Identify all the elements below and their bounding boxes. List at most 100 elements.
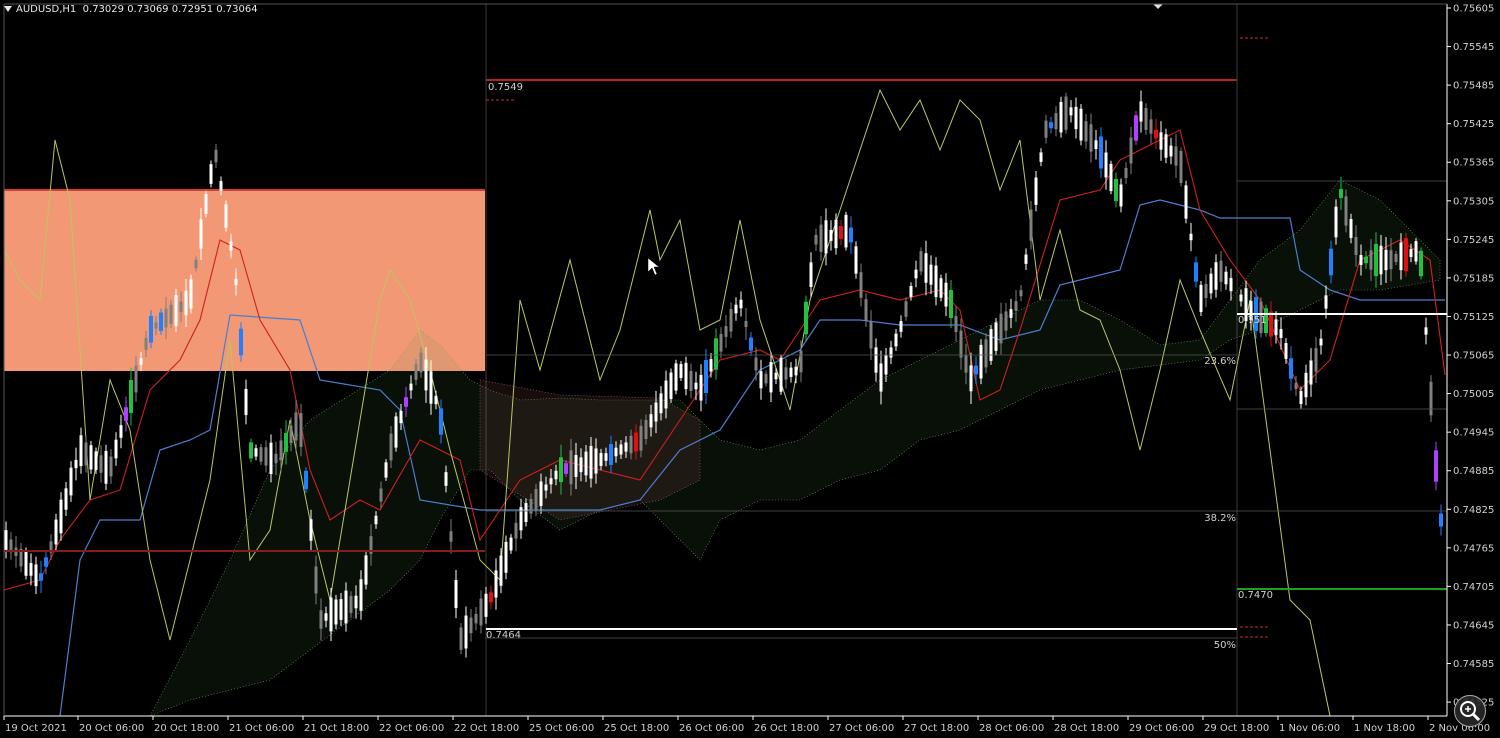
candle-body xyxy=(974,365,978,375)
price-tick-label: 0.74585 xyxy=(1453,659,1494,670)
candle-body xyxy=(1274,319,1278,336)
candle-body xyxy=(344,590,348,624)
candle-body xyxy=(719,333,723,352)
candle-body xyxy=(179,301,183,312)
support-label: 0.7464 xyxy=(486,630,521,641)
price-tick-label: 0.75545 xyxy=(1453,42,1494,53)
candle-body xyxy=(1039,152,1043,162)
candle-body xyxy=(554,470,558,480)
candle-body xyxy=(1094,140,1098,150)
candle-body xyxy=(914,269,918,279)
candle-body xyxy=(1114,178,1118,202)
right-white-label: 0.751 xyxy=(1238,315,1267,326)
candle-body xyxy=(789,367,793,377)
price-tick-label: 0.75425 xyxy=(1453,119,1494,130)
time-tick-label: 25 Oct 06:00 xyxy=(529,723,594,734)
candle-body xyxy=(59,499,63,534)
candle-body xyxy=(134,365,138,393)
candle-body xyxy=(319,610,323,629)
candle-body xyxy=(1349,219,1353,238)
candle-body xyxy=(544,484,548,491)
chart-window[interactable]: 0.7549 0.7464 0.7470 0.751 23.6% 38.2% 50% 0.75… xyxy=(0,0,1500,738)
candle-body xyxy=(429,371,433,404)
candle-body xyxy=(99,455,103,473)
candle-body xyxy=(419,352,423,373)
zoom-icon[interactable] xyxy=(1454,695,1486,727)
candle-body xyxy=(894,333,898,347)
candle-body xyxy=(1159,132,1163,150)
candle-body xyxy=(1059,101,1063,133)
candle-body xyxy=(689,371,693,391)
candle-body xyxy=(149,315,153,343)
candle-body xyxy=(1154,129,1158,139)
candle-body xyxy=(409,383,413,391)
candle-body xyxy=(999,313,1003,344)
candle-body xyxy=(339,599,343,620)
candle-body xyxy=(169,304,173,324)
candle-body xyxy=(269,442,273,475)
candle-body xyxy=(1399,242,1403,271)
candle-body xyxy=(449,531,453,542)
candle-body xyxy=(749,337,753,351)
candle-body xyxy=(979,344,983,379)
candle-body xyxy=(1219,260,1223,282)
candle-body xyxy=(249,442,253,459)
dropdown-arrow-icon[interactable] xyxy=(4,6,12,12)
candle-body xyxy=(659,393,663,414)
candle-body xyxy=(129,379,133,414)
candle-body xyxy=(1189,233,1193,241)
candle-body xyxy=(704,359,708,394)
symbol-label: AUDUSD,H1 xyxy=(16,4,77,15)
candle-body xyxy=(144,337,148,351)
candle-body xyxy=(1404,238,1408,272)
candle-body xyxy=(1229,278,1233,292)
candle-body xyxy=(954,316,958,332)
candle-body xyxy=(1064,96,1068,130)
candle-body xyxy=(754,357,758,371)
candle-body xyxy=(1144,108,1148,130)
candle-body xyxy=(364,555,368,585)
candle-body xyxy=(639,425,643,451)
candle-body xyxy=(734,304,738,314)
time-tick-label: 22 Oct 18:00 xyxy=(454,723,519,734)
resistance-label: 0.7549 xyxy=(488,82,523,93)
candle-body xyxy=(714,338,718,370)
candle-body xyxy=(849,227,853,243)
candle-body xyxy=(509,537,513,551)
candle-body xyxy=(514,522,518,539)
candle-body xyxy=(174,294,178,327)
candle-body xyxy=(1409,249,1413,257)
candle-body xyxy=(1324,295,1328,309)
candle-body xyxy=(399,410,403,424)
candle-body xyxy=(1014,301,1018,311)
time-tick-label: 28 Oct 18:00 xyxy=(1054,723,1119,734)
candle-body xyxy=(1199,284,1203,313)
candle-body xyxy=(934,265,938,298)
candle-body xyxy=(1129,137,1133,164)
chart-shift-marker-icon[interactable] xyxy=(1153,4,1163,9)
candle-body xyxy=(1089,124,1093,152)
candle-body xyxy=(1109,163,1113,192)
price-tick-label: 0.74645 xyxy=(1453,620,1494,631)
candle-body xyxy=(919,251,923,272)
fib-label-38: 38.2% xyxy=(1204,513,1236,524)
candle-body xyxy=(569,450,573,485)
candle-body xyxy=(814,234,818,245)
candle-body xyxy=(354,595,358,609)
price-tick-label: 0.75065 xyxy=(1453,351,1494,362)
candle-body xyxy=(239,328,243,356)
candle-body xyxy=(529,498,533,514)
candle-body xyxy=(899,321,903,332)
candle-body xyxy=(804,301,808,335)
candle-body xyxy=(794,366,798,376)
candle-body xyxy=(474,613,478,624)
candle-body xyxy=(1049,122,1053,129)
candle-body xyxy=(289,425,293,444)
candle-body xyxy=(1069,107,1073,116)
candle-body xyxy=(1099,136,1103,169)
ohlc-readout: 0.73029 0.73069 0.72951 0.73064 xyxy=(82,4,258,15)
candle-body xyxy=(349,596,353,613)
price-chart[interactable]: 0.7549 0.7464 0.7470 0.751 23.6% 38.2% 50% 0.75… xyxy=(0,0,1500,738)
candle-body xyxy=(1419,250,1423,277)
candle-body xyxy=(324,613,328,621)
